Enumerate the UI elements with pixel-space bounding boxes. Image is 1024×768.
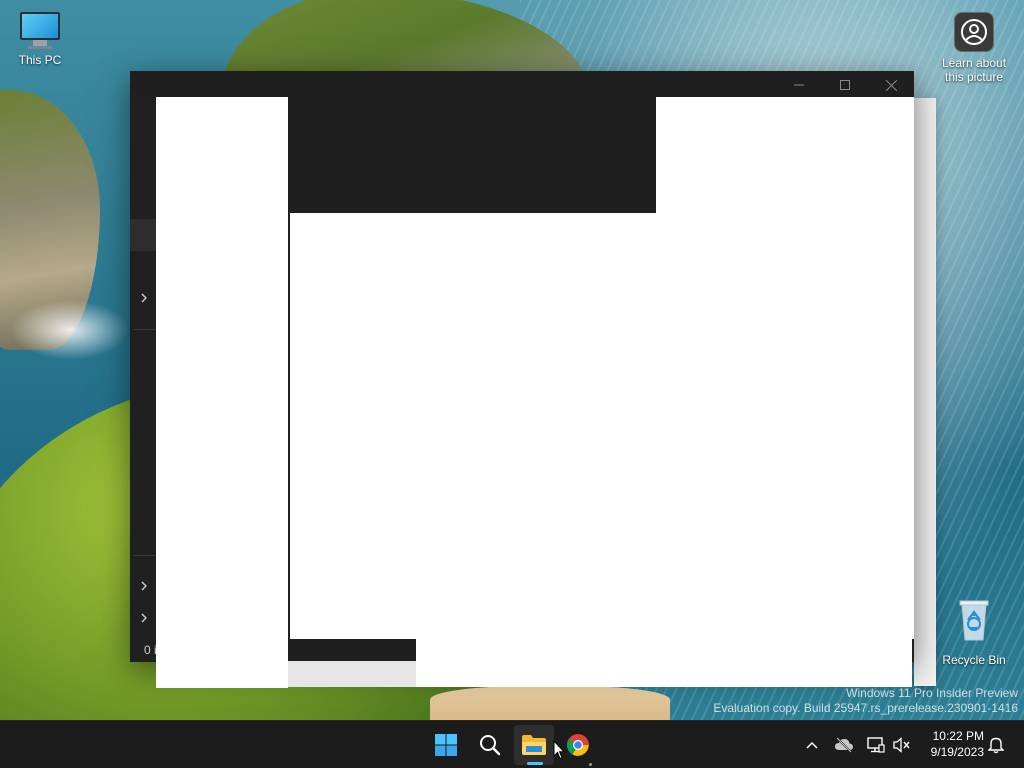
chevron-right-icon[interactable] bbox=[140, 612, 150, 626]
computer-icon bbox=[0, 12, 80, 49]
notification-bell-icon bbox=[988, 737, 1004, 754]
show-hidden-icons-button[interactable] bbox=[800, 733, 824, 757]
desktop-icon-label: Learn about this picture bbox=[941, 56, 1007, 84]
search-icon bbox=[480, 735, 501, 756]
clock-date: 9/19/2023 bbox=[930, 745, 984, 759]
cloud-off-icon bbox=[835, 737, 853, 753]
background-window-edge bbox=[914, 98, 936, 686]
window-title-bar[interactable] bbox=[130, 71, 914, 99]
desktop-icon-recycle-bin[interactable]: Recycle Bin bbox=[934, 598, 1014, 667]
volume-muted-icon bbox=[893, 737, 910, 753]
unrendered-panel-bottom-right bbox=[416, 639, 912, 687]
recycle-bin-icon bbox=[934, 598, 1014, 649]
chevron-up-icon bbox=[806, 741, 818, 749]
chevron-right-icon[interactable] bbox=[140, 292, 150, 306]
windows-evaluation-watermark: Windows 11 Pro Insider Preview Evaluatio… bbox=[713, 686, 1018, 716]
desktop-icon-label: Recycle Bin bbox=[942, 653, 1006, 667]
minimize-icon bbox=[794, 84, 804, 86]
maximize-icon bbox=[840, 80, 850, 90]
unrendered-panel-bottom bbox=[288, 639, 416, 661]
watermark-line-2: Evaluation copy. Build 25947.rs_prerelea… bbox=[713, 701, 1018, 715]
unrendered-panel-bottom-gray bbox=[288, 661, 416, 687]
volume-tray-button[interactable] bbox=[890, 733, 914, 757]
status-bar-item-count: 0 i bbox=[144, 643, 157, 657]
taskbar-clock[interactable]: 10:22 PM 9/19/2023 bbox=[914, 728, 984, 760]
active-app-indicator bbox=[527, 762, 543, 765]
file-explorer-taskbar-button[interactable] bbox=[514, 725, 554, 765]
start-button[interactable] bbox=[426, 725, 466, 765]
toolbar-strip bbox=[130, 219, 156, 251]
mouse-cursor-icon bbox=[553, 740, 565, 760]
windows-logo-icon bbox=[435, 734, 457, 756]
clock-time: 10:22 PM bbox=[932, 729, 984, 743]
running-app-indicator bbox=[589, 763, 592, 766]
network-tray-button[interactable] bbox=[864, 733, 888, 757]
taskbar: 10:22 PM 9/19/2023 bbox=[0, 720, 1024, 768]
close-button[interactable] bbox=[868, 71, 914, 99]
chrome-icon bbox=[567, 734, 589, 756]
minimize-button[interactable] bbox=[776, 71, 822, 99]
folder-icon bbox=[522, 735, 546, 755]
desktop-icon-label: This PC bbox=[18, 53, 62, 67]
onedrive-tray-button[interactable] bbox=[832, 733, 856, 757]
desktop-icon-learn-about-picture[interactable]: Learn about this picture bbox=[934, 12, 1014, 84]
wallpaper-foam bbox=[10, 300, 130, 360]
unrendered-panel-top bbox=[288, 97, 656, 213]
desktop-icon-this-pc[interactable]: This PC bbox=[0, 12, 80, 67]
learn-about-picture-icon bbox=[954, 12, 994, 52]
network-icon bbox=[867, 737, 885, 753]
file-explorer-window[interactable]: 0 i bbox=[130, 71, 914, 688]
search-button[interactable] bbox=[470, 725, 510, 765]
maximize-button[interactable] bbox=[822, 71, 868, 99]
nav-separator bbox=[134, 329, 156, 330]
notification-center-button[interactable] bbox=[984, 733, 1008, 757]
nav-separator bbox=[134, 555, 156, 556]
unrendered-panel-left bbox=[156, 97, 288, 688]
close-icon bbox=[885, 79, 897, 91]
content-pane[interactable] bbox=[290, 213, 914, 639]
unrendered-panel-top-right bbox=[656, 97, 914, 213]
watermark-line-1: Windows 11 Pro Insider Preview bbox=[846, 686, 1018, 700]
chevron-right-icon[interactable] bbox=[140, 580, 150, 594]
wallpaper-beach bbox=[430, 686, 670, 720]
